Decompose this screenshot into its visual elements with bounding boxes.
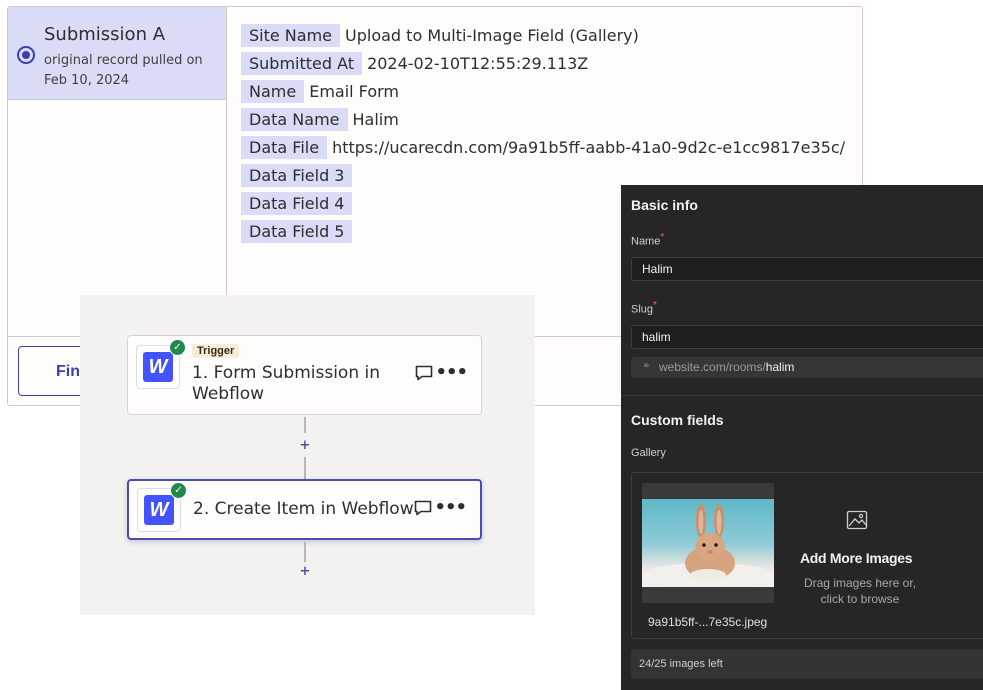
zap-step-action[interactable]: W ✓ 2. Create Item in Webflow ••• [127, 479, 482, 540]
app-tile: W ✓ [137, 482, 187, 532]
field-row-submitted-at: Submitted At 2024-02-10T12:55:29.113Z [241, 49, 845, 77]
webflow-logo-icon: W [143, 352, 173, 382]
image-filename: 9a91b5ff-...7e35c.jpeg [648, 615, 768, 629]
field-value: Halim [352, 109, 399, 129]
submission-title: Submission A [44, 24, 166, 45]
app-tile: W ✓ [136, 339, 186, 389]
image-icon [846, 510, 868, 530]
check-icon: ✓ [169, 339, 186, 356]
step-title: 1. Form Submission in Webflow [192, 363, 381, 404]
images-left-counter: 24/25 images left [631, 649, 983, 679]
name-label: Name* [631, 232, 664, 248]
comment-icon[interactable] [415, 365, 433, 381]
custom-fields-heading: Custom fields [631, 412, 724, 428]
gallery-image-item[interactable] [642, 483, 774, 603]
name-input[interactable]: Halim [631, 257, 983, 281]
field-label: Name [241, 79, 305, 103]
field-row-data-file: Data File https://ucarecdn.com/9a91b5ff-… [241, 133, 845, 161]
zap-editor-canvas: W ✓ Trigger 1. Form Submission in Webflo… [80, 295, 535, 615]
add-step-button[interactable]: + [298, 565, 312, 579]
required-mark: * [653, 300, 657, 311]
gallery-dropzone[interactable]: 9a91b5ff-...7e35c.jpeg Add More Images D… [631, 472, 983, 639]
more-options-icon[interactable]: ••• [435, 362, 468, 383]
field-value: Email Form [309, 81, 399, 101]
submission-list: Submission A original record pulled on F… [8, 7, 227, 336]
field-label: Submitted At [241, 51, 363, 75]
webflow-logo-icon: W [144, 495, 174, 525]
field-label: Data Field 5 [241, 219, 353, 243]
field-label: Data Field 4 [241, 191, 353, 215]
more-options-icon[interactable]: ••• [434, 497, 467, 518]
connector-line [304, 417, 306, 433]
add-more-images-title[interactable]: Add More Images [800, 550, 913, 566]
slug-label: Slug* [631, 300, 657, 316]
submission-item-a[interactable]: Submission A original record pulled on F… [8, 7, 226, 100]
field-value: Upload to Multi-Image Field (Gallery) [345, 25, 639, 45]
field-row-site-name: Site Name Upload to Multi-Image Field (G… [241, 21, 845, 49]
comment-icon[interactable] [414, 500, 432, 516]
webflow-item-panel: Basic info Name* Halim Slug* halim ⚭ webs… [621, 185, 983, 690]
add-step-button[interactable]: + [298, 439, 312, 453]
slug-url-preview: ⚭ website.com/rooms/halim [631, 357, 983, 378]
check-icon: ✓ [170, 482, 187, 499]
step-title: 2. Create Item in Webflow [193, 499, 414, 519]
name-label-text: Name [631, 235, 661, 248]
trigger-badge: Trigger [192, 344, 240, 358]
zap-step-trigger[interactable]: W ✓ Trigger 1. Form Submission in Webflo… [127, 335, 482, 415]
field-label: Data Field 3 [241, 163, 353, 187]
rabbit-illustration [642, 504, 774, 587]
gallery-label: Gallery [631, 447, 666, 459]
connector-line [304, 542, 306, 562]
rabbit-image [642, 499, 774, 587]
field-row-name: Name Email Form [241, 77, 845, 105]
field-row-data-name: Data Name Halim [241, 105, 845, 133]
field-value: 2024-02-10T12:55:29.113Z [367, 53, 589, 73]
slug-input[interactable]: halim [631, 325, 983, 349]
add-more-images-hint: Drag images here or, click to browse [803, 576, 917, 606]
slug-url-slug: halim [765, 360, 795, 374]
basic-info-heading: Basic info [631, 197, 698, 213]
link-icon: ⚭ [642, 361, 651, 372]
field-label: Data Name [241, 107, 348, 131]
section-divider [621, 395, 983, 396]
submission-description: original record pulled on Feb 10, 2024 [44, 53, 203, 88]
field-label: Site Name [241, 23, 341, 47]
slug-url-prefix: website.com/rooms/ [659, 360, 766, 374]
required-mark: * [660, 232, 665, 243]
radio-selected-icon[interactable] [17, 46, 35, 64]
connector-line [304, 457, 306, 479]
slug-label-text: Slug [631, 303, 654, 316]
field-value: https://ucarecdn.com/9a91b5ff-aabb-41a0-… [332, 137, 846, 157]
field-label: Data File [241, 135, 328, 159]
